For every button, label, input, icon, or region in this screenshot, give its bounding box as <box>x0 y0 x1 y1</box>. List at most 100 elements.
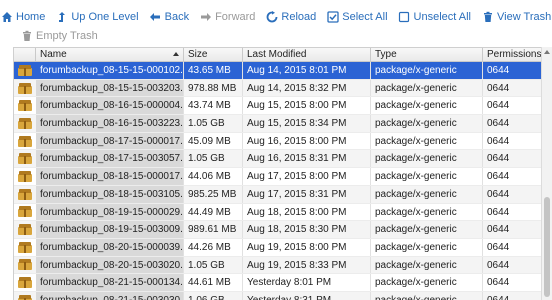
table-row[interactable]: forumbackup_08-20-15-000039.sq 44.26 MB Au… <box>14 238 541 257</box>
table-row[interactable]: forumbackup_08-18-15-000017.sq 44.06 MB Au… <box>14 168 541 186</box>
trash-icon <box>481 11 494 24</box>
toolbar-row-primary: Home Up One Level Back Forward Reload Se… <box>0 8 552 26</box>
header-name[interactable]: Name <box>36 48 184 62</box>
header-type[interactable]: Type <box>371 48 483 62</box>
file-type-cell: package/x-generic <box>371 203 483 221</box>
package-icon <box>14 204 36 221</box>
arrow-right-icon <box>199 11 212 24</box>
package-icon <box>14 97 36 114</box>
refresh-icon <box>265 11 278 24</box>
file-size-cell: 1.05 GB <box>184 115 243 132</box>
file-size-cell: 44.06 MB <box>184 168 243 185</box>
table-row[interactable]: forumbackup_08-15-15-000102.sq 43.65 MB Au… <box>14 62 541 80</box>
file-type-cell: package/x-generic <box>371 150 483 168</box>
table-row[interactable]: forumbackup_08-19-15-003009.sq 989.61 MB A… <box>14 221 541 239</box>
permissions-cell: 0644 <box>487 65 510 76</box>
select-all-label: Select All <box>342 11 388 23</box>
package-icon <box>14 133 36 150</box>
header-size[interactable]: Size <box>184 48 243 62</box>
package-icon <box>14 257 36 274</box>
empty-trash-button[interactable]: Empty Trash <box>20 30 98 43</box>
table-row[interactable]: forumbackup_08-19-15-000029.sq 44.49 MB Au… <box>14 203 541 222</box>
last-modified-cell: Aug 17, 2015 8:31 PM <box>243 185 371 203</box>
view-trash-button[interactable]: View Trash <box>481 11 551 24</box>
file-name-cell: forumbackup_08-19-15-000029.sq <box>36 203 184 221</box>
forward-button[interactable]: Forward <box>199 11 255 24</box>
file-manager-toolbar: Home Up One Level Back Forward Reload Se… <box>0 0 552 48</box>
file-name-cell: forumbackup_08-17-15-003057.sq <box>36 150 184 168</box>
up-one-level-button[interactable]: Up One Level <box>55 11 139 24</box>
file-name-cell: forumbackup_08-15-15-000102.sq <box>36 62 184 79</box>
last-modified-cell: Yesterday 8:31 PM <box>243 291 371 300</box>
package-icon <box>14 292 36 300</box>
permissions-cell: 0644 <box>487 153 510 165</box>
reload-button[interactable]: Reload <box>265 11 316 24</box>
back-button[interactable]: Back <box>149 11 189 24</box>
table-row[interactable]: forumbackup_08-16-15-000004.sq 43.74 MB Au… <box>14 97 541 116</box>
permissions-cell: 0644 <box>487 171 510 183</box>
table-row[interactable]: forumbackup_08-18-15-003105.sq 985.25 MB A… <box>14 185 541 204</box>
table-row[interactable]: forumbackup_08-17-15-003057.sq 1.05 GB Aug… <box>14 150 541 169</box>
file-type-cell: package/x-generic <box>371 256 483 274</box>
table-row[interactable]: forumbackup_08-21-15-000134.sq 44.61 MB Ye… <box>14 274 541 292</box>
file-name-cell: forumbackup_08-18-15-000017.sq <box>36 168 184 185</box>
table-header: Name Size Last Modified Type Permissions <box>14 48 541 62</box>
header-permissions[interactable]: Permissions <box>483 48 541 62</box>
home-label: Home <box>16 11 46 23</box>
file-size-cell: 43.65 MB <box>184 62 243 79</box>
last-modified-cell: Aug 16, 2015 8:31 PM <box>243 150 371 168</box>
package-icon <box>14 239 36 256</box>
package-icon <box>14 115 36 132</box>
last-modified-cell: Yesterday 8:01 PM <box>243 274 371 291</box>
header-name-label: Name <box>40 49 67 60</box>
file-name-cell: forumbackup_08-19-15-003009.sq <box>36 221 184 238</box>
permissions-cell: 0644 <box>487 135 510 147</box>
file-size-cell: 1.05 GB <box>184 150 243 168</box>
table-row[interactable]: forumbackup_08-15-15-003203.sq 978.88 MB A… <box>14 79 541 98</box>
last-modified-cell: Aug 19, 2015 8:33 PM <box>243 256 371 274</box>
package-icon <box>14 186 36 203</box>
header-permissions-label: Permissions <box>487 49 541 60</box>
file-size-cell: 989.61 MB <box>184 221 243 238</box>
last-modified-cell: Aug 16, 2015 8:00 PM <box>243 132 371 150</box>
toolbar-row-secondary: Empty Trash <box>0 28 108 44</box>
home-button[interactable]: Home <box>0 11 45 24</box>
last-modified-cell: Aug 14, 2015 8:01 PM <box>243 62 371 79</box>
vertical-scrollbar[interactable] <box>541 47 552 300</box>
forward-label: Forward <box>215 11 256 23</box>
permissions-cell: 0644 <box>487 277 510 289</box>
file-type-cell: package/x-generic <box>371 238 483 256</box>
last-modified-cell: Aug 18, 2015 8:00 PM <box>243 203 371 221</box>
unselect-all-button[interactable]: Unselect All <box>398 11 471 24</box>
reload-label: Reload <box>281 11 317 23</box>
table-row[interactable]: forumbackup_08-16-15-003223.sq 1.05 GB Aug… <box>14 115 541 133</box>
file-type-cell: package/x-generic <box>371 79 483 97</box>
file-name-cell: forumbackup_08-16-15-000004.sq <box>36 97 184 115</box>
level-up-icon <box>55 11 68 24</box>
file-name-cell: forumbackup_08-17-15-000017.sq <box>36 132 184 150</box>
up-one-level-label: Up One Level <box>71 11 139 23</box>
file-size-cell: 978.88 MB <box>184 79 243 97</box>
permissions-cell: 0644 <box>487 82 510 94</box>
file-name-cell: forumbackup_08-18-15-003105.sq <box>36 185 184 203</box>
file-name-cell: forumbackup_08-16-15-003223.sq <box>36 115 184 132</box>
file-size-cell: 1.05 GB <box>184 256 243 274</box>
scrollbar-thumb[interactable] <box>544 197 550 297</box>
file-type-cell: package/x-generic <box>371 115 483 132</box>
file-size-cell: 43.74 MB <box>184 97 243 115</box>
scroll-up-arrow-icon[interactable] <box>544 50 550 54</box>
table-body: forumbackup_08-15-15-000102.sq 43.65 MB Au… <box>14 62 541 300</box>
package-icon <box>14 80 36 97</box>
file-size-cell: 44.26 MB <box>184 238 243 256</box>
table-row[interactable]: forumbackup_08-20-15-003020.sq 1.05 GB Aug… <box>14 256 541 275</box>
header-size-label: Size <box>188 49 208 60</box>
permissions-cell: 0644 <box>487 224 510 236</box>
select-all-button[interactable]: Select All <box>326 11 388 24</box>
file-size-cell: 985.25 MB <box>184 185 243 203</box>
table-row[interactable]: forumbackup_08-21-15-003030.sq1.06 GBYes… <box>14 291 541 300</box>
header-last-modified[interactable]: Last Modified <box>243 48 371 62</box>
checkbox-empty-icon <box>398 11 411 24</box>
table-row[interactable]: forumbackup_08-17-15-000017.sq 45.09 MB Au… <box>14 132 541 151</box>
last-modified-cell: Aug 15, 2015 8:00 PM <box>243 97 371 115</box>
file-type-cell: package/x-generic <box>371 132 483 150</box>
